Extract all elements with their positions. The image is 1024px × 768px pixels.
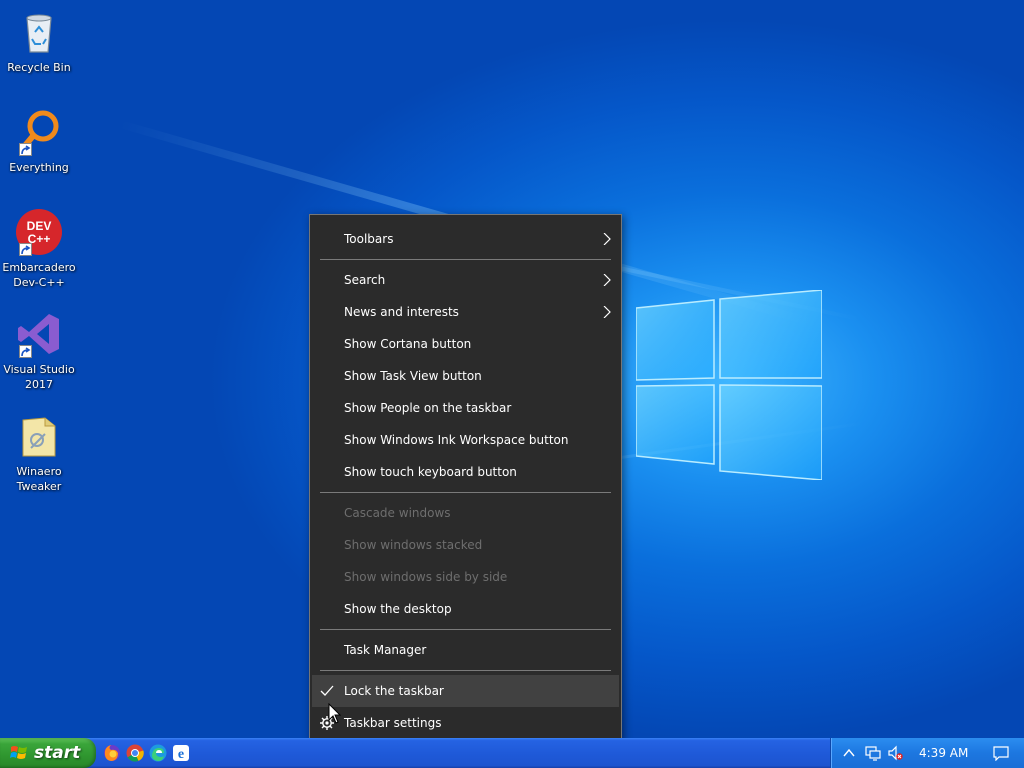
desktop-icon-label: Winaero Tweaker	[16, 465, 62, 493]
desktop-icon-label: Visual Studio 2017	[3, 363, 75, 391]
menu-item-label: Show People on the taskbar	[344, 401, 512, 415]
menu-separator	[320, 259, 611, 260]
action-center-icon[interactable]	[993, 745, 1009, 761]
menu-item-label: Show touch keyboard button	[344, 465, 517, 479]
menu-item-label: Show Cortana button	[344, 337, 472, 351]
desktop-icon-visual-studio[interactable]: Visual Studio 2017	[2, 310, 76, 392]
menu-item-label: Show the desktop	[344, 602, 452, 616]
firefox-icon[interactable]	[102, 743, 122, 763]
menu-item-label: Show windows side by side	[344, 570, 508, 584]
menu-item-toolbars[interactable]: Toolbars	[310, 223, 621, 255]
svg-text:DEV: DEV	[27, 219, 52, 233]
menu-item-label: Show Windows Ink Workspace button	[344, 433, 569, 447]
desktop-icon-label: Everything	[9, 161, 69, 174]
menu-item-taskbar-settings[interactable]: Taskbar settings	[310, 707, 621, 739]
menu-item-lock-the-taskbar[interactable]: Lock the taskbar	[312, 675, 619, 707]
network-icon[interactable]	[865, 745, 881, 761]
edge-icon[interactable]	[148, 743, 168, 763]
start-button[interactable]: start	[0, 738, 96, 768]
desktop-icon-winaero-tweaker[interactable]: Winaero Tweaker	[2, 412, 76, 494]
shortcut-arrow-icon	[19, 243, 32, 256]
chevron-right-icon	[603, 233, 611, 245]
shortcut-arrow-icon	[19, 143, 32, 156]
desktop-icon-dev-cpp[interactable]: DEV C++ Embarcadero Dev-C++	[2, 208, 76, 290]
windows-logo-wallpaper	[636, 290, 822, 480]
menu-item-label: Toolbars	[344, 232, 394, 246]
recycle-bin-icon	[15, 8, 63, 56]
menu-item-show-the-desktop[interactable]: Show the desktop	[310, 593, 621, 625]
desktop-icon-label: Recycle Bin	[7, 61, 71, 74]
windows-flag-icon	[10, 746, 27, 759]
menu-item-label: Search	[344, 273, 386, 287]
menu-item-show-touch-keyboard[interactable]: Show touch keyboard button	[310, 456, 621, 488]
clock[interactable]: 4:39 AM	[919, 738, 968, 768]
menu-item-label: Show Task View button	[344, 369, 482, 383]
chevron-right-icon	[603, 274, 611, 286]
ie-icon[interactable]: e	[171, 743, 191, 763]
menu-item-label: Cascade windows	[344, 506, 451, 520]
menu-item-show-task-view-button[interactable]: Show Task View button	[310, 360, 621, 392]
start-label: start	[34, 743, 81, 763]
taskbar-context-menu: Toolbars Search News and interests Show …	[309, 214, 622, 748]
menu-item-search[interactable]: Search	[310, 264, 621, 296]
menu-item-label: Lock the taskbar	[344, 684, 444, 698]
menu-item-show-windows-side-by-side: Show windows side by side	[310, 561, 621, 593]
chevron-up-icon[interactable]	[841, 745, 857, 761]
taskbar[interactable]: start e 4:39 AM	[0, 738, 1024, 768]
menu-item-label: Task Manager	[344, 643, 427, 657]
menu-item-task-manager[interactable]: Task Manager	[310, 634, 621, 666]
checkmark-icon	[320, 685, 334, 696]
menu-item-cascade-windows: Cascade windows	[310, 497, 621, 529]
menu-item-show-people[interactable]: Show People on the taskbar	[310, 392, 621, 424]
desktop-icon-everything[interactable]: Everything	[2, 108, 76, 175]
menu-item-show-windows-ink-workspace[interactable]: Show Windows Ink Workspace button	[310, 424, 621, 456]
chevron-right-icon	[603, 306, 611, 318]
system-tray: 4:39 AM	[830, 738, 1024, 768]
menu-separator	[320, 492, 611, 493]
menu-item-show-windows-stacked: Show windows stacked	[310, 529, 621, 561]
chrome-icon[interactable]	[125, 743, 145, 763]
desktop-icon-recycle-bin[interactable]: Recycle Bin	[2, 8, 76, 75]
everything-search-icon	[15, 108, 63, 156]
shortcut-arrow-icon	[19, 345, 32, 358]
menu-separator	[320, 670, 611, 671]
svg-text:e: e	[178, 747, 184, 762]
winaero-tweaker-icon	[15, 412, 63, 460]
menu-item-label: News and interests	[344, 305, 459, 319]
desktop-icon-label: Embarcadero Dev-C++	[2, 261, 76, 289]
visual-studio-icon	[15, 310, 63, 358]
dev-cpp-icon: DEV C++	[15, 208, 63, 256]
menu-item-show-cortana-button[interactable]: Show Cortana button	[310, 328, 621, 360]
volume-muted-icon[interactable]	[887, 745, 903, 761]
menu-separator	[320, 629, 611, 630]
mouse-cursor-icon	[328, 703, 342, 724]
menu-item-news-and-interests[interactable]: News and interests	[310, 296, 621, 328]
menu-item-label: Show windows stacked	[344, 538, 483, 552]
menu-item-label: Taskbar settings	[344, 716, 442, 730]
